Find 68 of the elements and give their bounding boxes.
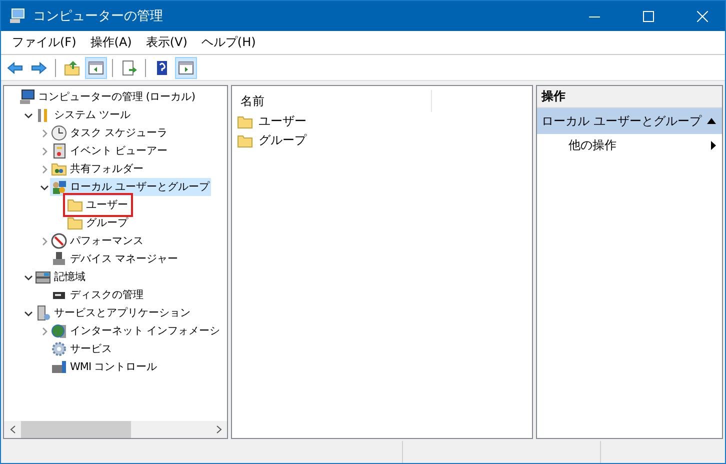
close-icon: [696, 10, 708, 22]
scroll-left-icon[interactable]: [10, 425, 16, 434]
chevron-right-icon[interactable]: [40, 146, 48, 156]
section-title: ローカル ユーザーとグループ: [542, 112, 702, 130]
menu-item[interactable]: ヘルプ(H): [194, 34, 263, 51]
scroll-right-icon[interactable]: [216, 425, 222, 434]
action-pane-icon: [178, 60, 194, 76]
export-list-icon: [121, 60, 137, 76]
tree-item[interactable]: ローカル ユーザーとグループ: [50, 178, 212, 196]
tree-item[interactable]: ユーザー: [66, 196, 130, 214]
chevron-down-icon[interactable]: [24, 272, 32, 282]
server-icon: [35, 305, 51, 321]
toolbar-button[interactable]: [175, 56, 197, 78]
storage-icon: [35, 269, 51, 285]
tree-item[interactable]: グループ: [66, 214, 130, 232]
chevron-down-icon[interactable]: [24, 308, 32, 318]
maximize-icon: [642, 10, 654, 22]
folder-icon: [67, 215, 83, 231]
tree-item[interactable]: システム ツール: [34, 106, 132, 124]
collapse-triangle-icon[interactable]: [707, 118, 716, 124]
folder-icon: [237, 134, 254, 148]
help-icon: [154, 60, 170, 76]
tree-item[interactable]: 記憶域: [34, 268, 88, 286]
tree-item[interactable]: デバイス マネージャー: [50, 250, 180, 268]
column-header[interactable]: 名前: [232, 90, 432, 112]
folder-icon: [237, 114, 254, 128]
action-pane-header: 操作: [536, 86, 722, 108]
tree-item[interactable]: サービス: [50, 340, 114, 358]
folder-up-icon: [64, 60, 80, 76]
computer-icon: [9, 8, 25, 24]
horizontal-scrollbar[interactable]: [4, 421, 228, 438]
action-section-header[interactable]: ローカル ユーザーとグループ: [536, 108, 722, 134]
shared-folder-icon: [51, 161, 67, 177]
log-book-icon: [51, 143, 67, 159]
chevron-right-icon[interactable]: [40, 128, 48, 138]
forward-arrow-icon: [31, 60, 47, 76]
list-item[interactable]: グループ: [258, 132, 306, 149]
tree-item[interactable]: インターネット インフォメーシ: [50, 322, 222, 340]
device-icon: [51, 251, 67, 267]
toolbar-button[interactable]: [85, 56, 107, 78]
tree-item[interactable]: パフォーマンス: [50, 232, 146, 250]
tree-item[interactable]: ディスクの管理: [50, 286, 146, 304]
chevron-down-icon[interactable]: [40, 182, 48, 192]
tree-item[interactable]: 共有フォルダー: [50, 160, 146, 178]
action-label: 他の操作: [568, 136, 617, 154]
users-icon: [51, 179, 67, 195]
clock-icon: [51, 125, 67, 141]
tree-item[interactable]: WMI コントロール: [50, 358, 159, 376]
chevron-right-icon[interactable]: [40, 236, 48, 246]
tree-item[interactable]: タスク スケジューラ: [50, 124, 170, 142]
menu-item[interactable]: 操作(A): [83, 34, 139, 51]
tree-item[interactable]: サービスとアプリケーション: [34, 304, 192, 322]
tree-pane-icon: [88, 60, 104, 76]
chevron-right-icon[interactable]: [40, 326, 48, 336]
list-item[interactable]: ユーザー: [258, 113, 306, 130]
tree-item[interactable]: イベント ビューアー: [50, 142, 170, 160]
chevron-right-icon[interactable]: [40, 164, 48, 174]
globe-server-icon: [51, 323, 67, 339]
gear-icon: [51, 341, 67, 357]
action-item[interactable]: 他の操作: [536, 134, 722, 156]
scrollbar-thumb[interactable]: [21, 421, 131, 438]
menu-item[interactable]: 表示(V): [138, 34, 194, 51]
computer-icon: [19, 89, 35, 105]
window-title: コンピューターの管理: [33, 8, 164, 25]
tree-item[interactable]: コンピューターの管理 (ローカル): [18, 88, 198, 106]
back-arrow-icon: [7, 60, 23, 76]
menu-item[interactable]: ファイル(F): [5, 34, 84, 51]
chevron-down-icon[interactable]: [24, 110, 32, 120]
